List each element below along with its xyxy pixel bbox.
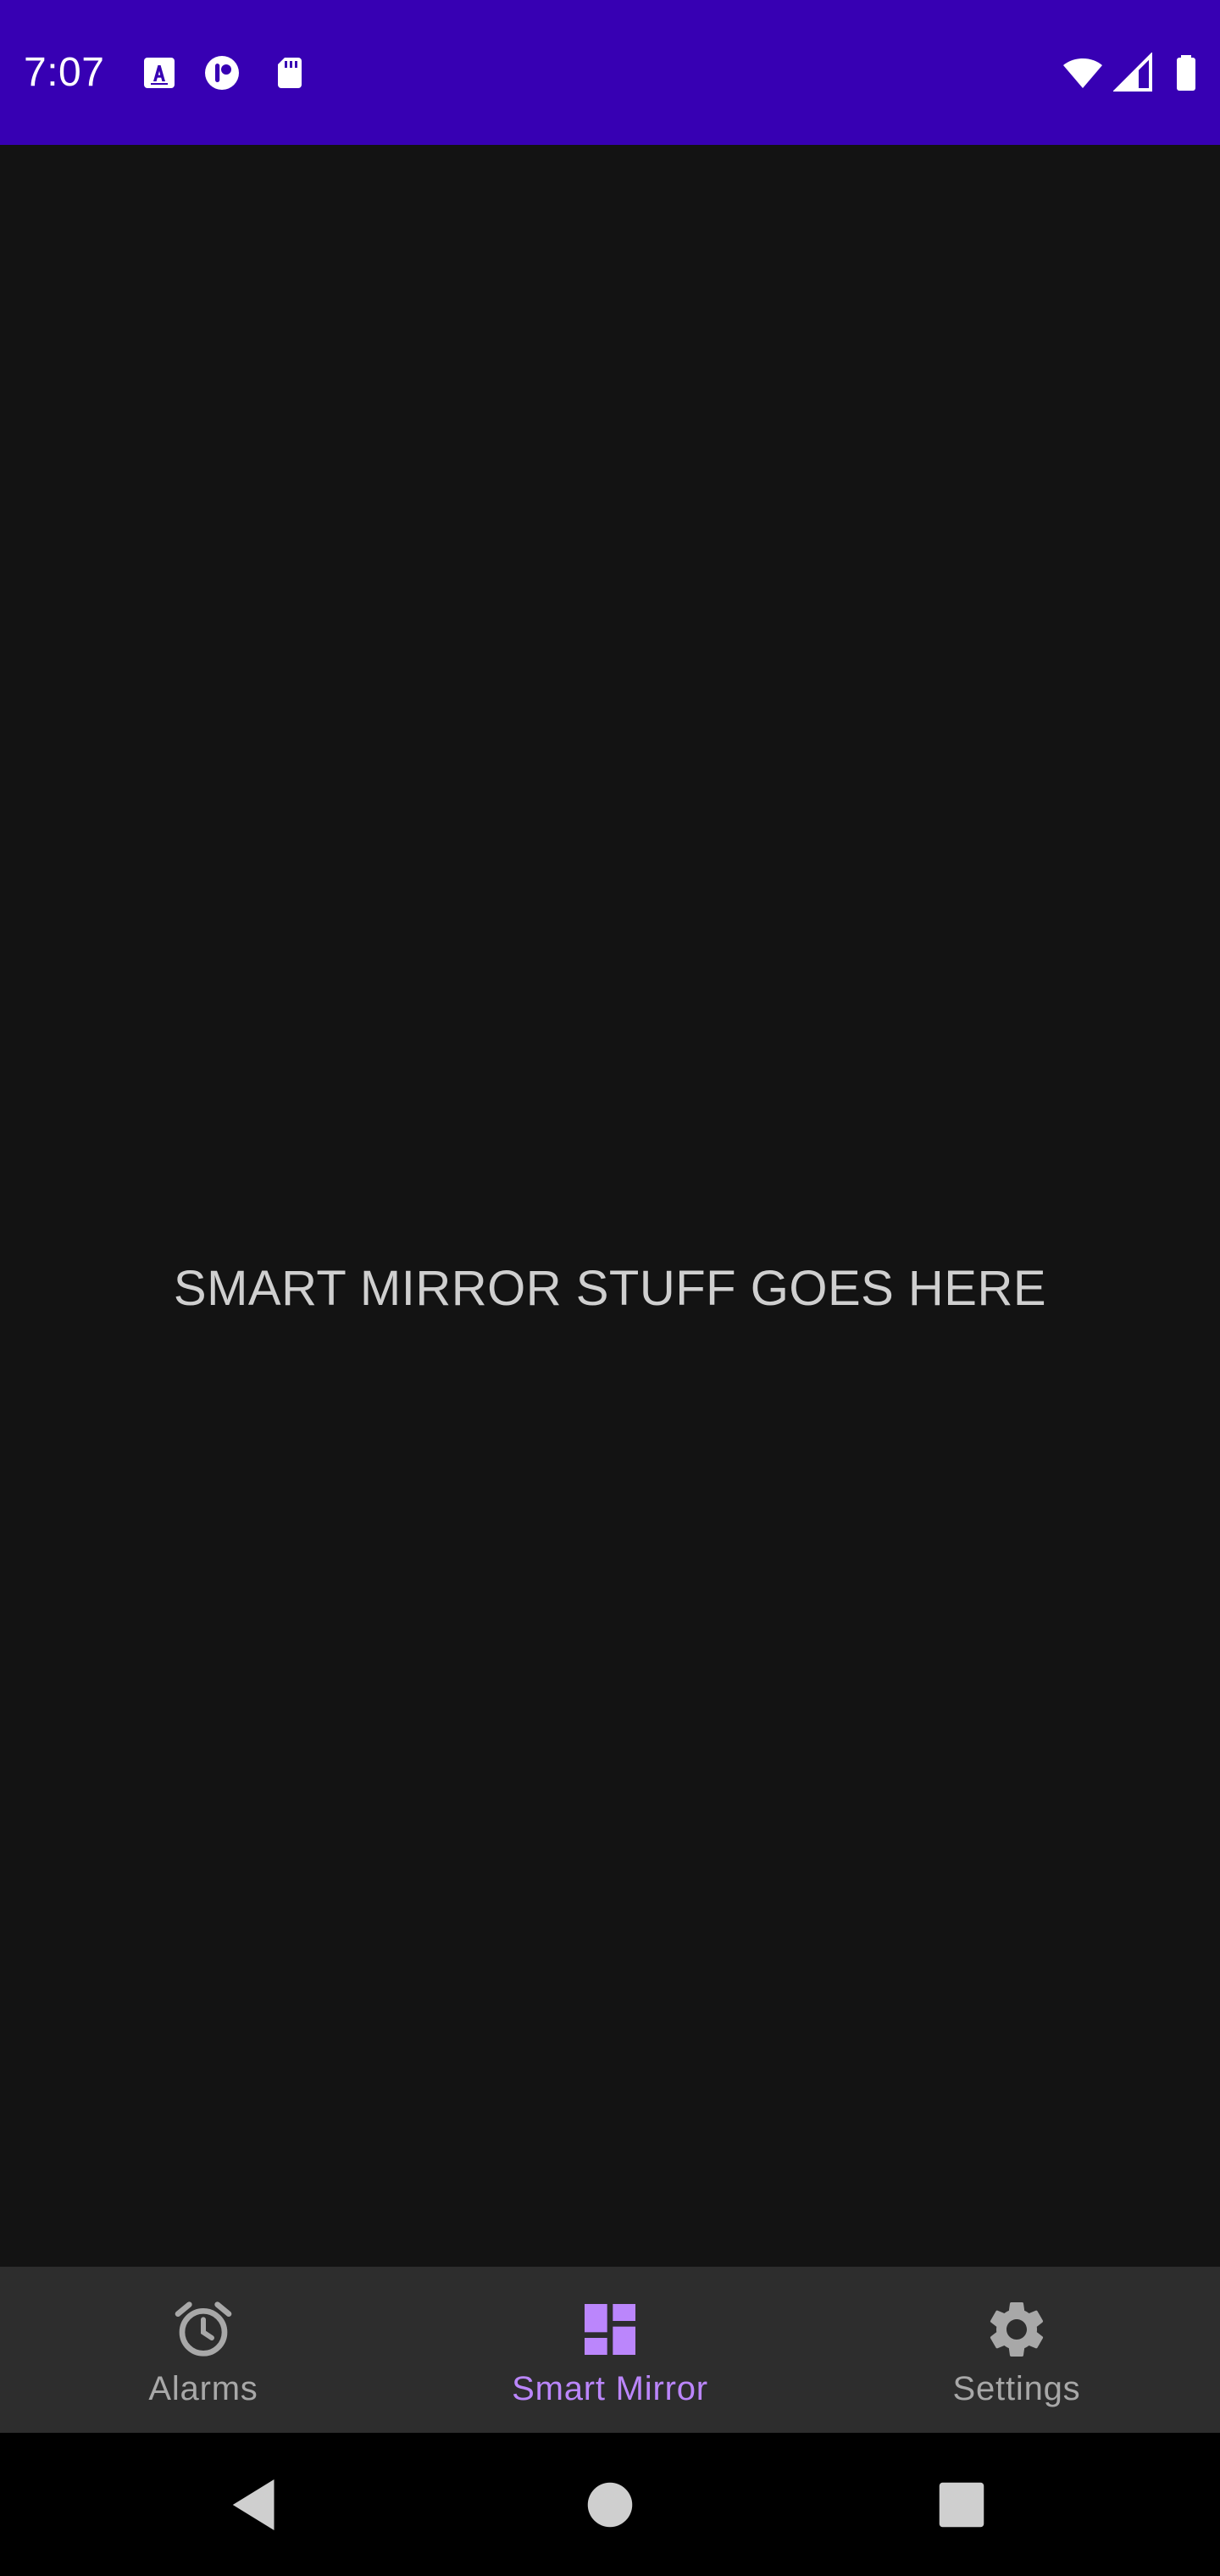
wifi-icon <box>1062 53 1103 93</box>
assistant-icon <box>202 53 242 93</box>
recents-icon[interactable] <box>923 2467 1000 2543</box>
app-screen: 7:07 SMART MIRROR STUFF GOES HERE Alarms… <box>0 0 1220 2576</box>
nav-item-settings[interactable]: Settings <box>813 2267 1220 2433</box>
font-a-icon <box>139 53 180 93</box>
status-time: 7:07 <box>24 50 105 95</box>
nav-label-settings: Settings <box>952 2370 1081 2407</box>
home-icon[interactable] <box>572 2467 648 2543</box>
nav-label-alarms: Alarms <box>148 2370 258 2407</box>
sd-card-icon <box>269 53 310 93</box>
dashboard-icon <box>576 2296 644 2363</box>
bottom-navigation: Alarms Smart Mirror Settings <box>0 2267 1220 2433</box>
nav-label-smart-mirror: Smart Mirror <box>512 2370 708 2407</box>
gear-icon <box>983 2296 1051 2363</box>
placeholder-text: SMART MIRROR STUFF GOES HERE <box>173 1261 1047 1316</box>
system-navigation-bar <box>0 2433 1220 2576</box>
nav-item-alarms[interactable]: Alarms <box>0 2267 407 2433</box>
back-icon[interactable] <box>217 2467 293 2543</box>
nav-item-smart-mirror[interactable]: Smart Mirror <box>407 2267 813 2433</box>
battery-icon <box>1166 53 1206 93</box>
main-content: SMART MIRROR STUFF GOES HERE <box>0 145 1220 2267</box>
alarm-clock-icon <box>169 2296 237 2363</box>
status-bar: 7:07 <box>0 0 1220 145</box>
cell-signal-icon <box>1113 53 1154 93</box>
